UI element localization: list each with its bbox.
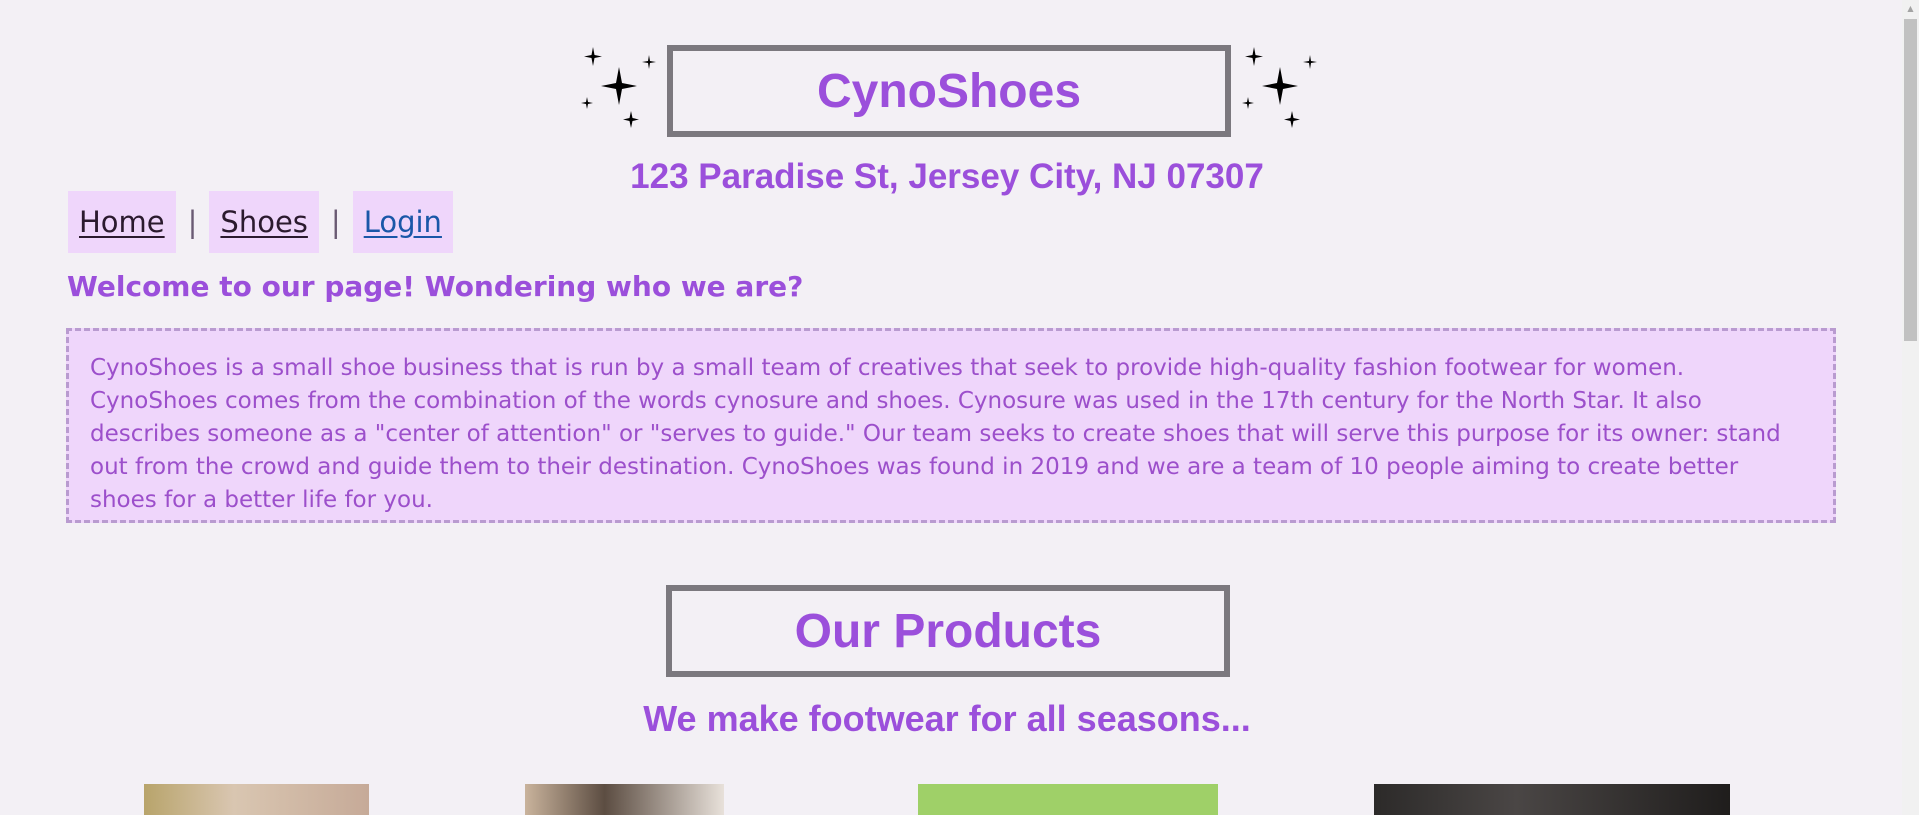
products-title: Our Products — [794, 604, 1102, 658]
product-image[interactable] — [918, 784, 1218, 815]
nav-separator: | — [187, 205, 198, 239]
nav-separator: | — [330, 205, 341, 239]
product-image[interactable] — [144, 784, 369, 815]
main-nav: Home | Shoes | Login — [68, 191, 453, 253]
nav-shoes-link[interactable]: Shoes — [209, 191, 319, 253]
vertical-scrollbar[interactable]: ▲ — [1902, 0, 1919, 815]
product-image[interactable] — [525, 784, 724, 815]
products-title-box: Our Products — [666, 585, 1230, 677]
products-subtitle: We make footwear for all seasons... — [643, 698, 1251, 739]
sparkle-icon — [1242, 47, 1317, 128]
about-text: CynoShoes is a small shoe business that … — [66, 328, 1836, 523]
sparkle-icon — [581, 47, 656, 128]
welcome-heading: Welcome to our page! Wondering who we ar… — [67, 270, 804, 303]
nav-login-link[interactable]: Login — [352, 191, 453, 253]
product-image[interactable] — [1374, 784, 1730, 815]
page: CynoShoes 123 Paradise St, Jersey City, … — [0, 0, 1902, 815]
scroll-up-arrow-icon[interactable]: ▲ — [1902, 0, 1919, 17]
nav-home-link[interactable]: Home — [68, 191, 176, 253]
logo-box: CynoShoes — [667, 45, 1231, 137]
scrollbar-thumb[interactable] — [1904, 19, 1917, 341]
site-header: CynoShoes — [577, 45, 1322, 137]
brand-title: CynoShoes — [816, 64, 1082, 118]
